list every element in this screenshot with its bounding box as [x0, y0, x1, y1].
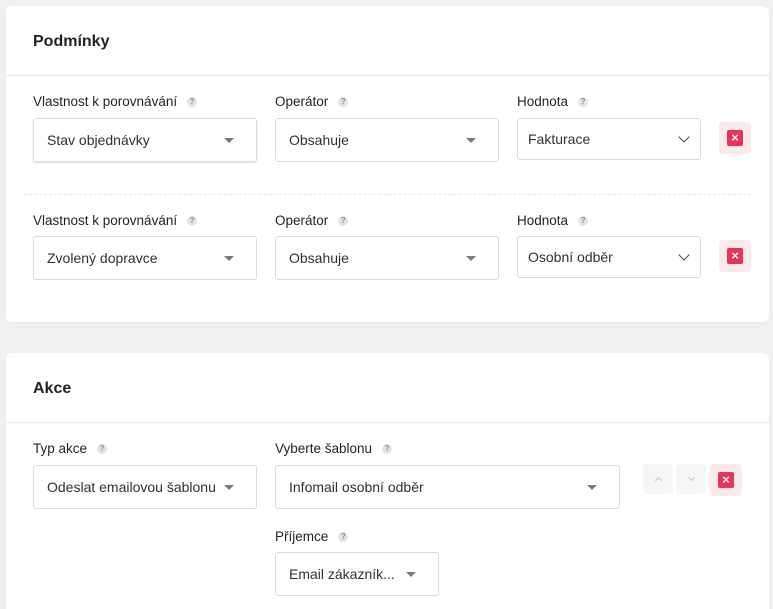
caret-down-icon: [466, 255, 476, 261]
conditions-panel: Podmínky Vlastnost k porovnávání ? Stav …: [6, 6, 769, 322]
move-down-button[interactable]: [676, 464, 706, 494]
help-icon[interactable]: ?: [578, 215, 589, 226]
caret-down-icon: [587, 484, 597, 490]
help-icon[interactable]: ?: [187, 215, 198, 226]
caret-down-icon: [224, 137, 234, 143]
chevron-down-icon: [678, 130, 690, 143]
property-label: Vlastnost k porovnávání ?: [33, 213, 198, 228]
property-label: Vlastnost k porovnávání ?: [33, 94, 198, 109]
template-label: Vyberte šablonu ?: [275, 441, 393, 456]
caret-down-icon: [224, 484, 234, 490]
chevron-up-icon: [654, 476, 662, 485]
chevron-down-icon: [678, 248, 690, 261]
value-select[interactable]: Fakturace: [517, 118, 701, 160]
actions-panel: Akce Typ akce ? Odeslat emailovou šablon…: [6, 353, 769, 609]
help-icon[interactable]: ?: [338, 531, 349, 542]
operator-label: Operátor ?: [275, 94, 349, 109]
actions-header: Akce: [6, 353, 769, 423]
operator-select[interactable]: Obsahuje: [275, 118, 499, 162]
move-up-button[interactable]: [643, 464, 673, 494]
close-icon: ×: [718, 472, 734, 488]
delete-condition-button[interactable]: ×: [719, 240, 751, 272]
actions-title: Akce: [33, 380, 72, 397]
caret-down-icon: [224, 255, 234, 261]
help-icon[interactable]: ?: [338, 215, 349, 226]
help-icon[interactable]: ?: [382, 443, 393, 454]
recipient-label: Příjemce ?: [275, 529, 349, 544]
close-icon: ×: [727, 130, 743, 146]
recipient-select[interactable]: Email zákazník...: [275, 552, 439, 596]
conditions-header: Podmínky: [6, 6, 769, 76]
help-icon[interactable]: ?: [187, 96, 198, 107]
delete-condition-button[interactable]: ×: [719, 122, 751, 154]
delete-action-button[interactable]: ×: [710, 464, 742, 496]
template-select[interactable]: Infomail osobní odběr: [275, 465, 620, 509]
chevron-down-icon: [687, 473, 695, 482]
help-icon[interactable]: ?: [338, 96, 349, 107]
conditions-title: Podmínky: [33, 33, 110, 50]
caret-down-icon: [466, 137, 476, 143]
help-icon[interactable]: ?: [578, 96, 589, 107]
row-divider: [24, 194, 751, 195]
operator-select[interactable]: Obsahuje: [275, 236, 499, 280]
value-label: Hodnota ?: [517, 213, 589, 228]
operator-label: Operátor ?: [275, 213, 349, 228]
value-select[interactable]: Osobní odběr: [517, 236, 701, 278]
action-type-label: Typ akce ?: [33, 441, 108, 456]
property-select[interactable]: Zvolený dopravce: [33, 236, 257, 280]
property-select[interactable]: Stav objednávky: [33, 118, 257, 162]
action-type-select[interactable]: Odeslat emailovou šablonu: [33, 465, 257, 509]
close-icon: ×: [727, 248, 743, 264]
help-icon[interactable]: ?: [97, 443, 108, 454]
caret-down-icon: [406, 571, 416, 577]
value-label: Hodnota ?: [517, 94, 589, 109]
